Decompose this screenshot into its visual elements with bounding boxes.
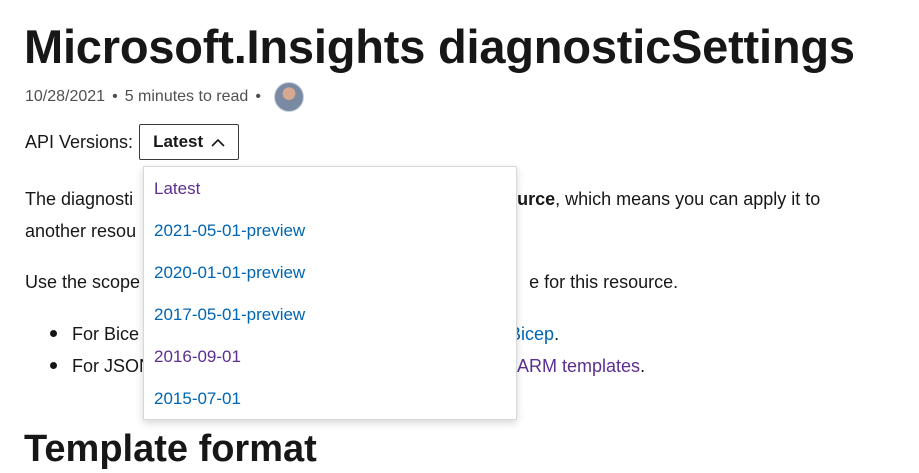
separator-dot: •: [255, 88, 261, 105]
bullet-dot: [50, 362, 57, 369]
api-version-option[interactable]: 2015-07-01: [144, 377, 516, 419]
api-version-option[interactable]: 2017-05-01-preview: [144, 293, 516, 335]
api-version-option[interactable]: 2016-09-01: [144, 335, 516, 377]
article-date: 10/28/2021: [25, 88, 106, 105]
article-metadata: 10/28/2021 • 5 minutes to read •: [25, 82, 304, 112]
intro-paragraph-line2: another resou: [25, 221, 137, 241]
contributor-avatar[interactable]: [273, 82, 304, 112]
api-version-option-latest[interactable]: Latest: [144, 167, 516, 209]
api-version-option[interactable]: 2021-05-01-preview: [144, 209, 516, 251]
api-version-selected: Latest: [153, 132, 204, 151]
api-version-selector: API Versions: Latest: [25, 124, 240, 160]
section-heading: Template format: [24, 428, 317, 470]
chevron-up-icon: [211, 138, 225, 147]
arm-templates-link[interactable]: ARM templates: [517, 356, 640, 376]
api-versions-label: API Versions:: [25, 131, 134, 152]
read-time: 5 minutes to read: [124, 88, 249, 105]
page-title: Microsoft.Insights diagnosticSettings: [24, 20, 855, 73]
separator-dot: •: [112, 88, 118, 105]
bullet-dot: [50, 330, 57, 337]
api-version-dropdown-menu: Latest 2021-05-01-preview 2020-01-01-pre…: [143, 166, 517, 420]
api-version-dropdown-button[interactable]: Latest: [139, 124, 240, 160]
api-version-option[interactable]: 2020-01-01-preview: [144, 251, 516, 293]
